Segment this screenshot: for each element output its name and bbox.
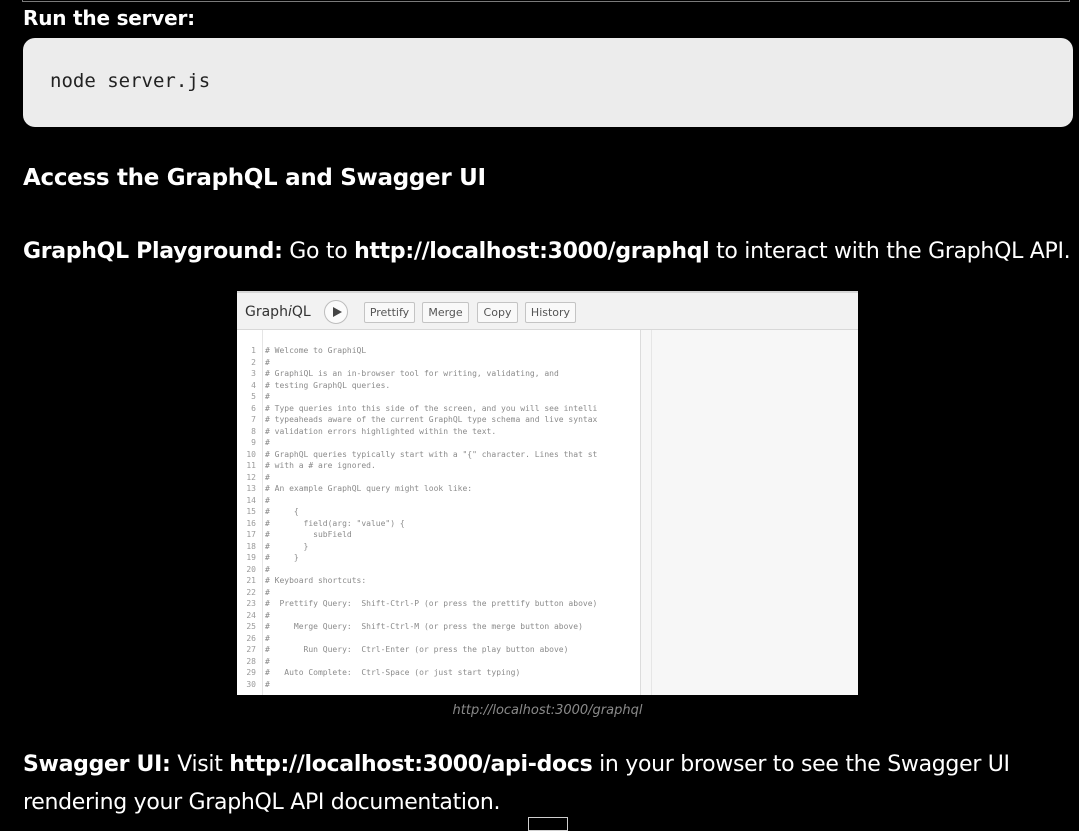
editor-line: # field(arg: "value") { — [265, 518, 405, 528]
line-number: 18 — [246, 541, 256, 551]
section-heading: Access the GraphQL and Swagger UI — [23, 165, 486, 191]
line-number: 14 — [246, 495, 256, 505]
image-placeholder — [528, 817, 568, 831]
line-number: 23 — [246, 599, 256, 608]
line-number: 28 — [246, 656, 256, 666]
graphql-post: to interact with the GraphQL API. — [709, 239, 1071, 264]
line-number: 27 — [246, 645, 256, 654]
editor-line: # — [265, 472, 270, 482]
editor-line: # — [265, 610, 270, 620]
graphql-pre: Go to — [282, 239, 355, 264]
line-number: 7 — [251, 415, 256, 424]
line-number: 29 — [246, 668, 256, 677]
graphiql-toolbar: GraphiQL Prettify Merge Copy History — [237, 291, 858, 330]
graphql-paragraph: GraphQL Playground: Go to http://localho… — [23, 233, 1071, 271]
line-number: 6 — [251, 403, 256, 413]
editor-line: # subField — [265, 530, 352, 539]
editor-line: # } — [265, 541, 309, 551]
editor-line: # Merge Query: Shift-Ctrl-M (or press th… — [265, 622, 583, 631]
editor-line: # { — [265, 507, 299, 516]
editor-line: # Run Query: Ctrl-Enter (or press the pl… — [265, 645, 569, 654]
graphiql-screenshot: GraphiQL Prettify Merge Copy History 1 # … — [237, 291, 858, 695]
editor-line: # typeaheads aware of the current GraphQ… — [265, 415, 598, 424]
line-number: 17 — [246, 530, 256, 539]
line-number: 19 — [246, 553, 256, 562]
line-number: 16 — [246, 518, 256, 528]
editor-line: # — [265, 587, 270, 597]
editor-line: # Prettify Query: Shift-Ctrl-P (or press… — [265, 599, 598, 608]
previous-block-border — [22, 0, 1070, 2]
editor-line: # — [265, 633, 270, 643]
editor-line: # — [265, 357, 270, 367]
swagger-label: Swagger UI: — [23, 752, 171, 777]
prettify-button[interactable]: Prettify — [364, 302, 415, 323]
query-editor[interactable]: 1 # Welcome to GraphiQL 2 #3 # GraphiQL is a… — [237, 330, 640, 695]
line-number: 25 — [246, 622, 256, 631]
line-number: 24 — [246, 610, 256, 620]
line-number: 10 — [246, 449, 256, 459]
copy-button[interactable]: Copy — [477, 302, 518, 323]
merge-button[interactable]: Merge — [422, 302, 469, 323]
editor-line: # Type queries into this side of the scr… — [265, 403, 598, 413]
line-number: 4 — [251, 380, 256, 390]
editor-line: # — [265, 438, 270, 447]
editor-line: # GraphQL queries typically start with a… — [265, 449, 598, 459]
line-number: 26 — [246, 633, 256, 643]
play-icon[interactable] — [324, 300, 348, 324]
line-number: 13 — [246, 484, 256, 493]
editor-line: # testing GraphQL queries. — [265, 380, 391, 390]
editor-line: # — [265, 392, 270, 401]
graphql-label: GraphQL Playground: — [23, 239, 283, 264]
line-number: 8 — [251, 426, 256, 436]
swagger-pre: Visit — [170, 752, 230, 777]
line-number: 2 — [251, 357, 256, 367]
swagger-paragraph: Swagger UI: Visit http://localhost:3000/… — [23, 746, 1010, 822]
graphql-url: http://localhost:3000/graphql — [354, 239, 710, 264]
run-server-label: Run the server: — [23, 6, 195, 30]
editor-line: # An example GraphQL query might look li… — [265, 484, 473, 493]
line-number: 21 — [246, 576, 256, 585]
editor-line: # — [265, 495, 270, 505]
editor-line: # } — [265, 553, 299, 562]
editor-line: # — [265, 656, 270, 666]
code-text: node server.js — [50, 70, 211, 92]
swagger-url: http://localhost:3000/api-docs — [229, 752, 593, 777]
line-number: 30 — [246, 679, 256, 689]
line-number: 22 — [246, 587, 256, 597]
line-number: 15 — [246, 507, 256, 516]
graphiql-title: GraphiQL — [245, 304, 311, 320]
editor-line: # Auto Complete: Ctrl-Space (or just sta… — [265, 668, 521, 677]
line-number: 12 — [246, 472, 256, 482]
editor-line: # Welcome to GraphiQL — [265, 346, 367, 355]
editor-line: # Keyboard shortcuts: — [265, 576, 367, 585]
history-button[interactable]: History — [525, 302, 576, 323]
line-number: 20 — [246, 564, 256, 574]
result-pane — [640, 330, 858, 695]
image-caption: http://localhost:3000/graphql — [452, 703, 643, 718]
editor-line: # with a # are ignored. — [265, 461, 376, 470]
editor-line: # validation errors highlighted within t… — [265, 426, 497, 436]
editor-line: # GraphiQL is an in-browser tool for wri… — [265, 369, 559, 378]
swagger-post: in your browser to see the Swagger UI — [592, 752, 1010, 777]
line-number: 1 — [251, 346, 256, 355]
swagger-line2: rendering your GraphQL API documentation… — [23, 790, 501, 815]
line-number: 3 — [251, 369, 256, 378]
editor-line: # — [265, 679, 270, 689]
line-number: 5 — [251, 392, 256, 401]
editor-line: # — [265, 564, 270, 574]
line-number: 11 — [246, 461, 256, 470]
line-number: 9 — [251, 438, 256, 447]
code-block[interactable]: node server.js — [23, 38, 1073, 127]
